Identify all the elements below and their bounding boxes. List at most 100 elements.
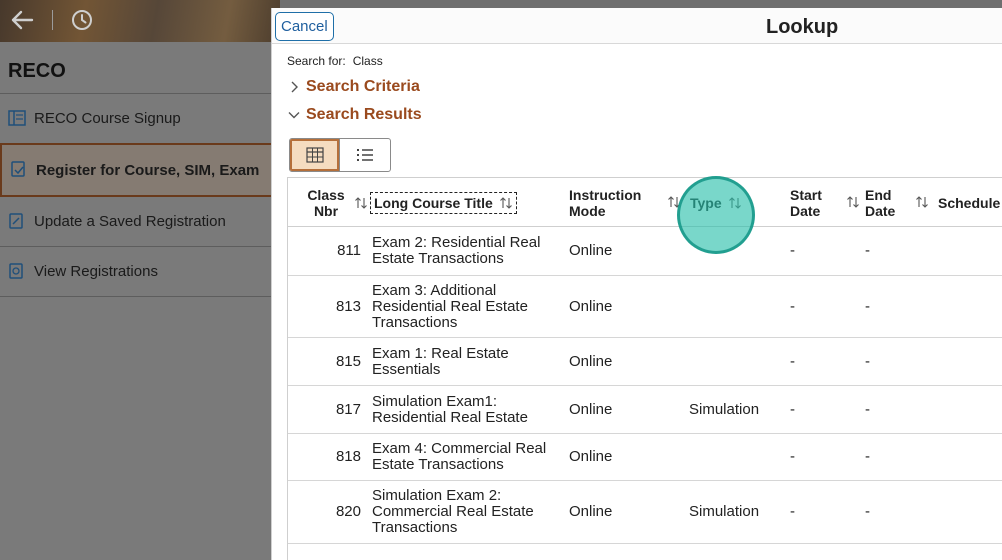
search-for-label: Search for: (287, 54, 346, 68)
instruction-mode-cell: Online (569, 242, 613, 259)
top-bar (0, 0, 280, 42)
cancel-button[interactable]: Cancel (275, 12, 334, 41)
modal-header: Cancel Lookup (272, 8, 1002, 44)
end-date-cell: - (865, 297, 870, 315)
list-view-icon (357, 149, 373, 161)
end-date-cell: - (865, 400, 870, 418)
class-nbr-cell: 820 (335, 503, 361, 520)
end-date-cell: - (865, 448, 870, 465)
instruction-mode-cell: Online (569, 503, 613, 520)
table-row[interactable]: 820 Simulation Exam 2: Commercial Real E… (288, 481, 1002, 544)
course-title-cell: Simulation Exam1: Residential Real Estat… (372, 392, 528, 426)
header-start-date[interactable]: Start Date (790, 178, 860, 227)
nav-item-label: Update a Saved Registration (34, 213, 226, 230)
class-nbr-cell: 811 (337, 242, 361, 259)
header-label: Long Course Title (374, 194, 493, 211)
table-row[interactable]: 815 Exam 1: Real Estate Essentials Onlin… (288, 338, 1002, 386)
nav-item-view-registrations[interactable]: View Registrations (0, 247, 280, 297)
chevron-right-icon (291, 81, 298, 93)
course-title-cell: Exam 1: Real Estate Essentials (372, 344, 509, 378)
instruction-mode-cell: Online (569, 297, 613, 315)
search-for: Search for: Class (287, 54, 383, 68)
type-cell: Simulation (689, 400, 760, 418)
instruction-mode-cell: Online (569, 400, 613, 418)
class-nbr-cell: 813 (335, 297, 361, 315)
sort-icon (847, 196, 859, 208)
table-row[interactable]: 817 Simulation Exam1: Residential Real E… (288, 386, 1002, 434)
end-date-cell: - (865, 352, 870, 370)
register-icon (11, 161, 25, 177)
table-row[interactable]: 813 Exam 3: Additional Residential Real … (288, 276, 1002, 338)
update-registration-icon (9, 213, 23, 229)
end-date-cell: - (865, 242, 870, 259)
start-date-cell: - (790, 352, 795, 370)
search-results-toggle[interactable]: Search Results (288, 106, 422, 124)
class-nbr-cell: 815 (335, 352, 361, 370)
end-date-cell: - (865, 503, 870, 520)
header-class-nbr[interactable]: Class Nbr (304, 178, 378, 227)
header-instruction-mode[interactable]: Instruction Mode (569, 178, 681, 227)
grid-header: Class Nbr Long Course Title Instruction … (288, 178, 1002, 227)
search-for-value: Class (352, 54, 383, 68)
header-label: Instruction Mode (569, 186, 642, 219)
table-row[interactable]: 811 Exam 2: Residential Real Estate Tran… (288, 227, 1002, 276)
search-criteria-toggle[interactable]: Search Criteria (288, 78, 420, 96)
nav-item-update-saved[interactable]: Update a Saved Registration (0, 197, 280, 247)
nav-item-label: View Registrations (34, 263, 158, 280)
type-cell: Simulation (689, 503, 760, 520)
start-date-cell: - (790, 503, 795, 520)
table-row-partial[interactable] (288, 544, 1002, 560)
grid-view-icon (305, 147, 324, 163)
sort-icon (668, 196, 680, 208)
background-app: RECO RECO Course Signup Register for Cou… (0, 0, 280, 560)
header-label: Type (690, 194, 722, 211)
sort-icon (916, 196, 928, 208)
start-date-cell: - (790, 400, 795, 418)
nav-item-label: RECO Course Signup (34, 110, 181, 127)
course-title-cell: Exam 3: Additional Residential Real Esta… (372, 281, 528, 331)
header-long-course-title[interactable]: Long Course Title (370, 178, 517, 227)
side-nav: RECO Course Signup Register for Course, … (0, 94, 280, 297)
toolbar-divider (52, 10, 53, 30)
chevron-down-icon (288, 112, 300, 119)
course-signup-icon (8, 110, 26, 126)
instruction-mode-cell: Online (569, 352, 613, 370)
view-registrations-icon (9, 263, 23, 279)
focused-header: Long Course Title (370, 191, 517, 214)
sort-icon (728, 196, 741, 209)
search-criteria-label: Search Criteria (306, 78, 420, 95)
header-end-date[interactable]: End Date (865, 178, 929, 227)
header-type[interactable]: Type (690, 178, 742, 227)
modal-title: Lookup (766, 16, 839, 38)
results-grid: Class Nbr Long Course Title Instruction … (287, 177, 1002, 560)
header-schedule[interactable]: Schedule (938, 178, 1000, 227)
header-label: Schedule (938, 194, 1001, 211)
history-icon[interactable] (70, 8, 94, 32)
banner-image (0, 0, 280, 42)
course-title-cell: Exam 4: Commercial Real Estate Transacti… (372, 440, 547, 473)
nav-item-course-signup[interactable]: RECO Course Signup (0, 94, 280, 144)
app-title: RECO (8, 60, 66, 82)
start-date-cell: - (790, 297, 795, 315)
course-title-cell: Exam 2: Residential Real Estate Transact… (372, 234, 541, 267)
class-nbr-cell: 818 (335, 448, 361, 465)
nav-item-register[interactable]: Register for Course, SIM, Exam (0, 143, 280, 197)
header-label: End Date (865, 186, 896, 219)
table-row[interactable]: 818 Exam 4: Commercial Real Estate Trans… (288, 434, 1002, 481)
app-title-bar: RECO (0, 50, 280, 94)
list-view-button[interactable] (340, 139, 390, 171)
sort-icon (355, 196, 367, 209)
view-toggle (289, 138, 391, 172)
start-date-cell: - (790, 448, 795, 465)
lookup-modal: Cancel Lookup Search for: Class Search Cr… (271, 8, 1002, 560)
grid-view-button[interactable] (290, 139, 340, 171)
search-results-label: Search Results (306, 106, 422, 123)
class-nbr-cell: 817 (335, 400, 361, 418)
back-arrow-icon[interactable] (8, 6, 36, 34)
course-title-cell: Simulation Exam 2: Commercial Real Estat… (372, 487, 534, 536)
header-label: Start Date (790, 186, 822, 219)
start-date-cell: - (790, 242, 795, 259)
sort-icon (499, 196, 512, 209)
nav-item-label: Register for Course, SIM, Exam (36, 161, 260, 179)
header-label: Class Nbr (307, 186, 345, 219)
